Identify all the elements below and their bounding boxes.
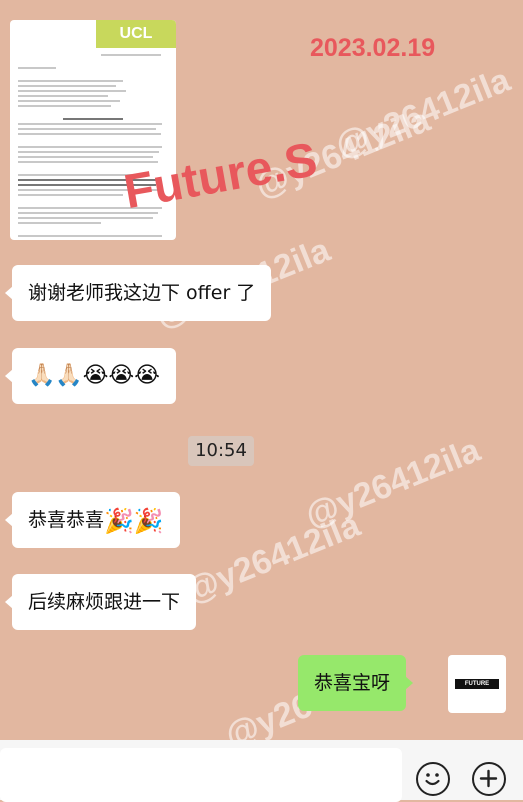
message-bubble[interactable]: 后续麻烦跟进一下 — [4, 574, 197, 630]
date-stamp: 2023.02.19 — [310, 34, 436, 62]
watermark: @y26412ila — [180, 505, 366, 611]
avatar-logo: FUTURE STUDIO — [455, 679, 499, 697]
my-message-bubble[interactable]: 恭喜宝呀 — [298, 655, 414, 711]
ucl-logo: UCL — [96, 20, 176, 48]
avatar[interactable]: FUTURE STUDIO — [448, 655, 506, 713]
message-input[interactable] — [0, 748, 402, 802]
message-text: 恭喜恭喜 — [28, 509, 105, 531]
message-bubble[interactable]: 🙏🏻🙏🏻😭😭😭 — [5, 348, 176, 404]
time-divider: 10:54 — [188, 436, 254, 466]
watermark: @y26412ila — [300, 430, 486, 536]
smiley-icon[interactable] — [416, 762, 450, 796]
message-bubble[interactable]: 谢谢老师我这边下 offer 了 — [4, 265, 272, 321]
message-bubble[interactable]: 恭喜恭喜🎉🎉 — [5, 492, 180, 548]
plus-icon[interactable] — [472, 762, 506, 796]
watermark: @y26412ila — [330, 60, 516, 166]
composer-bar — [0, 740, 523, 802]
party-popper-emoji: 🎉🎉 — [104, 506, 164, 535]
